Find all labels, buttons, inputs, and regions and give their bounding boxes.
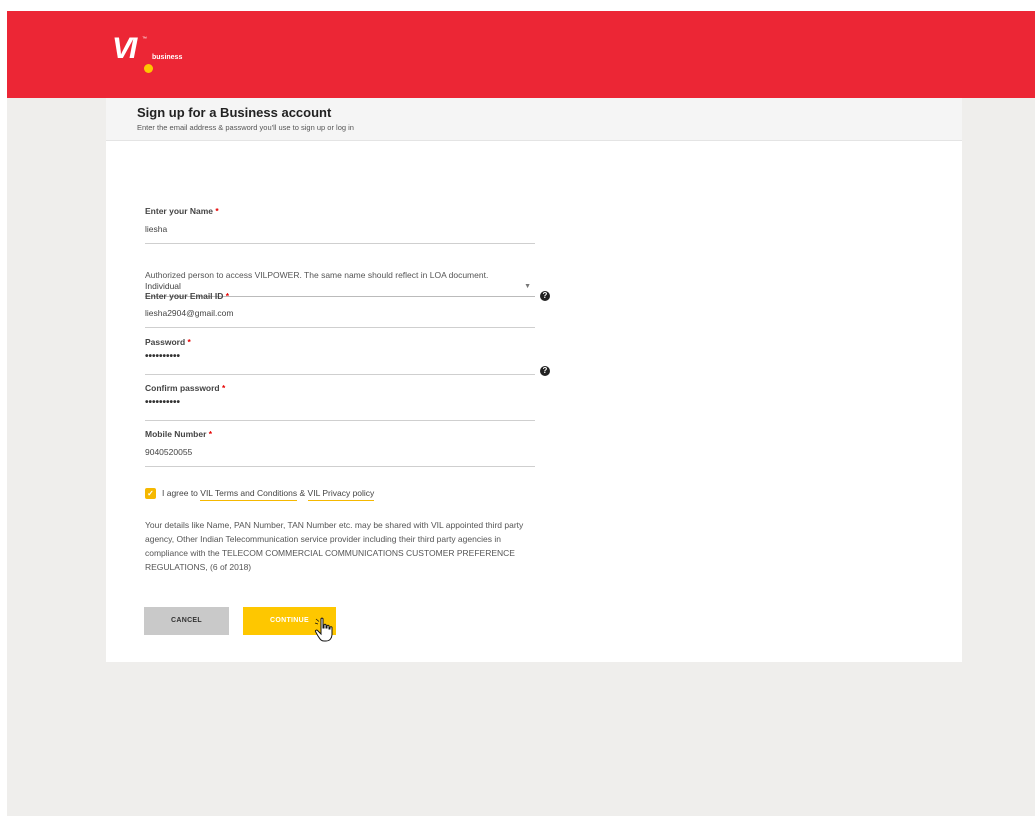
logo-brand-text: VI <box>112 32 137 65</box>
password-field[interactable]: Password * •••••••••• <box>145 337 535 375</box>
hand-pointer-icon <box>314 617 333 642</box>
password-input[interactable]: •••••••••• <box>145 351 180 362</box>
name-label: Enter your Name * <box>145 206 219 216</box>
password-help-icon[interactable]: ? <box>540 366 550 376</box>
page-subtitle: Enter the email address & password you'l… <box>137 123 354 132</box>
mobile-number-label: Mobile Number * <box>145 429 213 439</box>
mobile-number-field[interactable]: Mobile Number * 9040520055 <box>145 429 535 467</box>
email-label: Enter your Email ID * <box>145 291 230 301</box>
card-header: Sign up for a Business account Enter the… <box>106 98 962 141</box>
name-input[interactable]: liesha <box>145 224 167 234</box>
agree-prefix: I agree to <box>162 488 201 498</box>
email-field[interactable]: Enter your Email ID * liesha2904@gmail.c… <box>145 291 535 328</box>
email-input[interactable]: liesha2904@gmail.com <box>145 308 233 318</box>
confirm-password-label: Confirm password * <box>145 383 226 393</box>
disclaimer-text: Your details like Name, PAN Number, TAN … <box>145 520 524 572</box>
mobile-number-input[interactable]: 9040520055 <box>145 447 192 457</box>
account-type-help-icon[interactable]: ? <box>540 291 550 301</box>
name-helper-text: Authorized person to access VILPOWER. Th… <box>145 270 489 280</box>
privacy-policy-link[interactable]: VIL Privacy policy <box>307 488 375 501</box>
account-type-value: Individual <box>145 281 181 291</box>
confirm-password-input[interactable]: •••••••••• <box>145 397 180 408</box>
logo-dot-icon <box>144 64 153 73</box>
terms-link[interactable]: VIL Terms and Conditions <box>200 488 298 501</box>
agree-checkbox[interactable]: ✓ <box>145 488 156 499</box>
confirm-password-field[interactable]: Confirm password * •••••••••• <box>145 383 535 421</box>
vi-business-logo[interactable]: VI ™ business <box>112 32 202 76</box>
name-field[interactable]: Enter your Name * liesha <box>145 206 535 244</box>
signup-card: Sign up for a Business account Enter the… <box>106 98 962 662</box>
logo-trademark: ™ <box>142 36 147 42</box>
logo-sub-text: business <box>152 54 183 61</box>
cancel-button[interactable]: CANCEL <box>144 607 229 635</box>
password-label: Password * <box>145 337 191 347</box>
page-title: Sign up for a Business account <box>137 105 332 120</box>
agree-text: I agree to VIL Terms and Conditions & VI… <box>162 488 375 501</box>
agree-separator: & <box>297 488 308 498</box>
dropdown-caret-icon: ▼ <box>524 283 531 290</box>
